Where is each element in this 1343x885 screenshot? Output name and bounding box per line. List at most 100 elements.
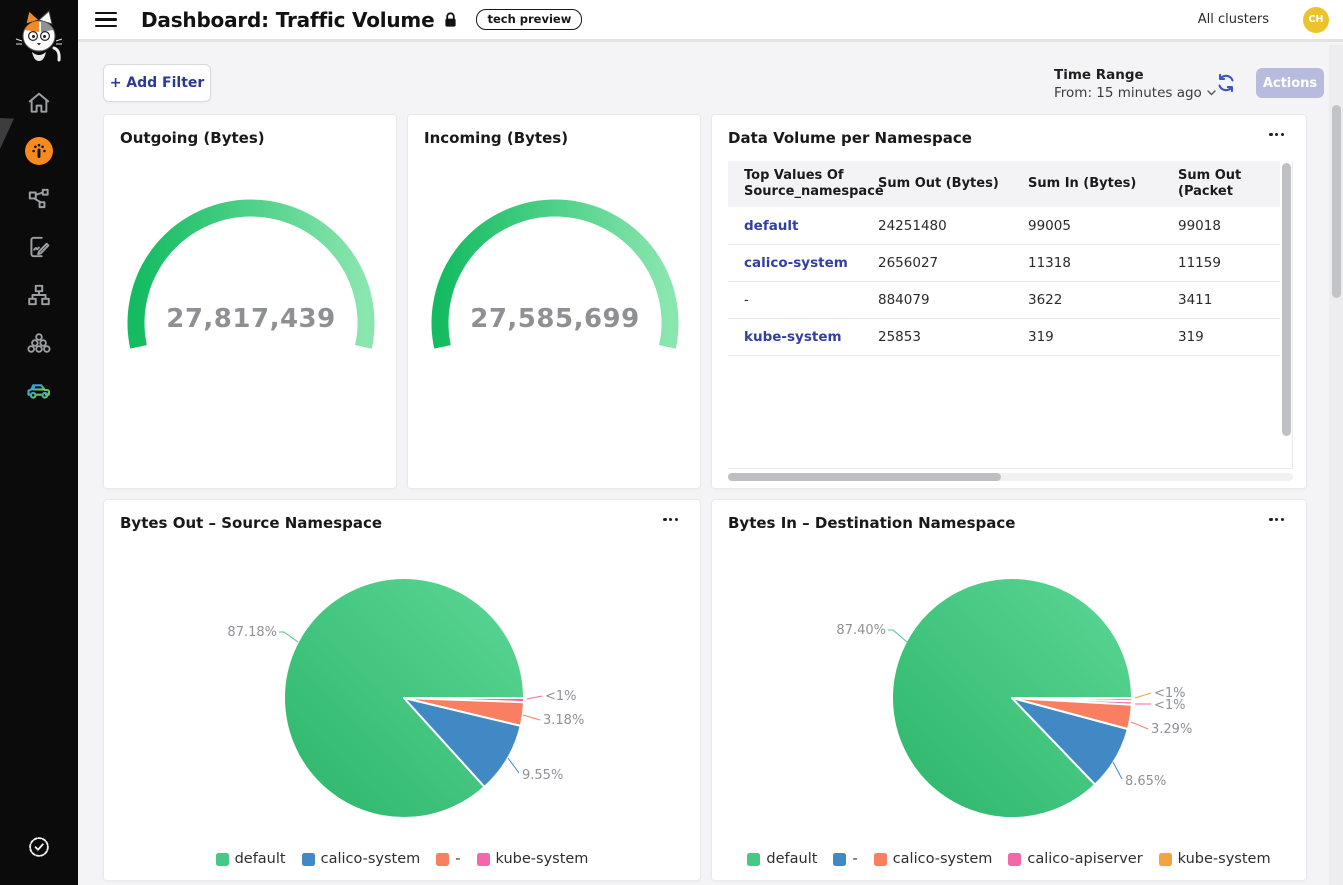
calico-cat-logo[interactable] — [14, 8, 64, 68]
sidebar-item-home[interactable] — [0, 83, 78, 123]
card-outgoing-bytes: Outgoing (Bytes) 27,817,439 — [103, 114, 397, 489]
legend-swatch — [833, 853, 846, 866]
table-horizontal-scrollbar-track — [728, 473, 1293, 481]
legend-item[interactable]: - — [833, 851, 857, 867]
pie-label: 9.55% — [522, 768, 563, 783]
card-title: Incoming (Bytes) — [424, 129, 568, 147]
service-graph-icon — [26, 186, 52, 212]
card-data-volume-table: Data Volume per Namespace Top Values Of … — [711, 114, 1307, 489]
legend-swatch — [477, 853, 490, 866]
legend-label: - — [852, 851, 857, 867]
legend-item[interactable]: default — [216, 851, 286, 867]
card-menu-icon[interactable] — [1269, 518, 1284, 521]
bytes-out-pie-chart: 87.18% <1% 3.18% 9.55% — [104, 540, 702, 840]
table-cell: 99018 — [1178, 207, 1288, 244]
incoming-gauge-chart: 27,585,699 — [408, 155, 702, 435]
table-cell: 99005 — [1028, 207, 1168, 244]
sidebar-item-verified[interactable] — [0, 827, 78, 867]
actions-button[interactable]: Actions — [1256, 68, 1324, 98]
page-scrollbar-thumb[interactable] — [1332, 105, 1341, 298]
card-title: Bytes Out – Source Namespace — [120, 514, 382, 532]
pie-label: 87.18% — [227, 625, 277, 640]
workloads-icon — [26, 330, 52, 356]
column-header: Sum In (Bytes) — [1028, 161, 1168, 207]
pie-label: 8.65% — [1125, 774, 1166, 789]
legend-label: calico-system — [893, 851, 993, 867]
card-title: Data Volume per Namespace — [728, 129, 972, 147]
time-range-value: From: 15 minutes ago — [1054, 85, 1202, 103]
card-menu-icon[interactable] — [1269, 133, 1284, 136]
dashboard-icon — [29, 141, 49, 161]
legend-swatch — [302, 853, 315, 866]
home-icon — [26, 90, 52, 116]
cluster-selector[interactable]: All clusters — [1198, 12, 1269, 27]
legend-label: kube-system — [496, 851, 589, 867]
sidebar-item-network[interactable] — [0, 275, 78, 315]
policies-icon — [26, 234, 52, 260]
namespace-table: Top Values Of Source_namespace Sum Out (… — [728, 161, 1293, 469]
legend-swatch — [436, 853, 449, 866]
page-scrollbar — [1329, 45, 1343, 885]
sidebar-item-policies[interactable] — [0, 227, 78, 267]
pie-legend: default calico-system - kube-system — [104, 851, 700, 867]
table-cell: 319 — [1178, 318, 1288, 355]
namespace-link[interactable]: calico-system — [744, 244, 876, 281]
app-root: Dashboard: Traffic Volume tech preview A… — [0, 0, 1343, 885]
card-title: Outgoing (Bytes) — [120, 129, 265, 147]
page-title: Dashboard: Traffic Volume — [141, 8, 434, 32]
legend-item[interactable]: kube-system — [477, 851, 589, 867]
card-menu-icon[interactable] — [663, 518, 678, 521]
namespace-link[interactable]: default — [744, 207, 876, 244]
legend-label: default — [766, 851, 817, 867]
pie-label: 87.40% — [836, 623, 886, 638]
tech-preview-badge: tech preview — [476, 9, 582, 30]
time-range: Time Range From: 15 minutes ago — [1054, 67, 1216, 102]
column-header: Sum Out (Packet — [1178, 161, 1288, 207]
legend-item[interactable]: calico-apiserver — [1008, 851, 1142, 867]
legend-swatch — [874, 853, 887, 866]
table-cell: - — [744, 281, 876, 318]
legend-label: - — [455, 851, 460, 867]
table-horizontal-scrollbar[interactable] — [728, 473, 1001, 481]
sidebar-item-dashboards[interactable] — [0, 131, 78, 171]
vehicle-icon — [25, 376, 53, 404]
add-filter-button[interactable]: + Add Filter — [103, 64, 211, 102]
card-bytes-out-pie: Bytes Out – Source Namespace 87.18% <1% … — [103, 499, 701, 881]
legend-item[interactable]: calico-system — [874, 851, 993, 867]
table-cell: 884079 — [878, 281, 1018, 318]
legend-item[interactable]: - — [436, 851, 460, 867]
table-cell: 2656027 — [878, 244, 1018, 281]
legend-label: calico-system — [321, 851, 421, 867]
legend-label: calico-apiserver — [1027, 851, 1142, 867]
time-range-label: Time Range — [1054, 67, 1216, 85]
table-cell: 319 — [1028, 318, 1168, 355]
pie-label: <1% — [545, 689, 577, 704]
sidebar-item-service-graph[interactable] — [0, 179, 78, 219]
lock-icon — [443, 11, 458, 29]
sidebar-item-vehicle[interactable] — [0, 370, 78, 410]
column-header: Top Values Of Source_namespace — [744, 161, 876, 207]
pie-label: <1% — [1154, 698, 1186, 713]
time-range-selector[interactable]: From: 15 minutes ago — [1054, 85, 1216, 103]
table-cell: 11159 — [1178, 244, 1288, 281]
sidebar-item-workloads[interactable] — [0, 323, 78, 363]
table-cell: 25853 — [878, 318, 1018, 355]
table-cell: 11318 — [1028, 244, 1168, 281]
namespace-link[interactable]: kube-system — [744, 318, 876, 355]
table-vertical-scrollbar[interactable] — [1282, 163, 1291, 436]
network-icon — [26, 282, 52, 308]
card-incoming-bytes: Incoming (Bytes) 27,585,699 — [407, 114, 701, 489]
pie-label: 3.18% — [543, 713, 584, 728]
refresh-icon[interactable] — [1215, 72, 1237, 94]
legend-item[interactable]: calico-system — [302, 851, 421, 867]
hamburger-menu-icon[interactable] — [95, 12, 117, 28]
legend-swatch — [1008, 853, 1021, 866]
table-header: Top Values Of Source_namespace Sum Out (… — [728, 161, 1280, 207]
avatar[interactable]: CH — [1303, 7, 1329, 33]
legend-item[interactable]: kube-system — [1159, 851, 1271, 867]
legend-item[interactable]: default — [747, 851, 817, 867]
outgoing-gauge-chart: 27,817,439 — [104, 155, 398, 435]
pie-legend: default - calico-system calico-apiserver… — [712, 851, 1306, 867]
legend-label: kube-system — [1178, 851, 1271, 867]
column-header: Sum Out (Bytes) — [878, 161, 1018, 207]
